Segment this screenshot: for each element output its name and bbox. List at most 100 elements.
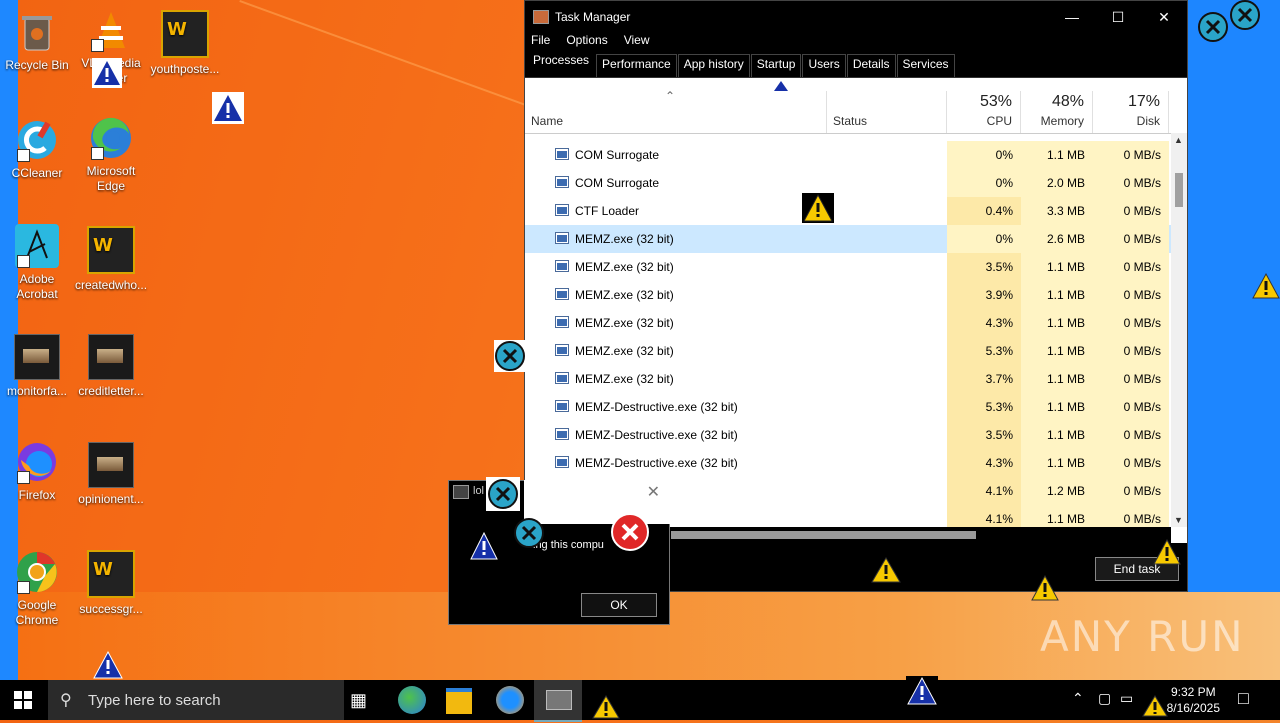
- process-cpu: 4.1%: [947, 477, 1021, 505]
- desktop-icon-chrome[interactable]: Google Chrome: [1, 550, 73, 628]
- process-cpu: 3.5%: [947, 421, 1021, 449]
- process-disk: 0 MB/s: [1093, 281, 1169, 309]
- menu-options[interactable]: Options: [566, 33, 607, 51]
- process-row[interactable]: MEMZ.exe (32 bit) 3.5% 1.1 MB 0 MB/s: [525, 253, 1171, 281]
- process-row[interactable]: MEMZ-Destructive.exe (32 bit) 4.3% 1.1 MB 0…: [525, 449, 1171, 477]
- ok-button[interactable]: OK: [581, 593, 657, 617]
- tab-performance[interactable]: Performance: [596, 54, 677, 77]
- column-status[interactable]: Status: [827, 91, 947, 133]
- desktop-icon-ccleaner[interactable]: CCleaner: [1, 118, 73, 181]
- process-icon: [555, 344, 569, 356]
- desktop-icon-label: creditletter...: [78, 384, 144, 398]
- yellow-warning-icon: [1142, 694, 1168, 721]
- desktop-icon-label: successgr...: [79, 602, 143, 616]
- tab-startup[interactable]: Startup: [750, 54, 802, 77]
- process-row[interactable]: COM Surrogate 0% 1.1 MB 0 MB/s: [525, 141, 1171, 169]
- chevron-up-icon[interactable]: ⌃: [1072, 690, 1084, 707]
- task-manager-taskbar-button[interactable]: [534, 680, 582, 722]
- network-icon[interactable]: ▢: [1098, 690, 1111, 707]
- edge-browser-icon: [89, 116, 133, 160]
- process-row[interactable]: MEMZ-Destructive.exe (32 bit) 5.3% 1.1 MB 0…: [525, 393, 1171, 421]
- desktop-icon-firefox[interactable]: Firefox: [1, 440, 73, 503]
- menu-view[interactable]: View: [624, 33, 650, 51]
- edge-taskbar-icon[interactable]: [398, 686, 426, 714]
- scroll-down-icon[interactable]: ▼: [1174, 515, 1183, 525]
- desktop-icon-monitorfa[interactable]: monitorfa...: [1, 334, 73, 399]
- close-icon[interactable]: ✕: [647, 482, 660, 502]
- process-memory: 1.1 MB: [1021, 253, 1093, 281]
- process-name: MEMZ-Destructive.exe (32 bit): [575, 456, 738, 470]
- desktop-icon-label: monitorfa...: [6, 384, 68, 398]
- notification-icon[interactable]: □: [1238, 688, 1249, 709]
- column-cpu[interactable]: 53% CPU: [947, 91, 1021, 133]
- tab-details[interactable]: Details: [846, 54, 896, 77]
- process-disk: 0 MB/s: [1093, 337, 1169, 365]
- error-x-icon: [1196, 10, 1230, 44]
- tab-services[interactable]: Services: [896, 54, 955, 77]
- process-memory: 1.2 MB: [1021, 477, 1093, 505]
- process-name: MEMZ.exe (32 bit): [575, 260, 674, 274]
- tab-app-history[interactable]: App history: [677, 54, 750, 77]
- menu-file[interactable]: File: [531, 33, 550, 51]
- process-row[interactable]: MEMZ.exe (32 bit) 4.3% 1.1 MB 0 MB/s: [525, 309, 1171, 337]
- yellow-warning-icon: [592, 694, 620, 723]
- desktop-icon-youthposte[interactable]: youthposte...: [149, 10, 221, 77]
- word-document-icon: [87, 226, 135, 274]
- desktop-icon-edge[interactable]: Microsoft Edge: [75, 116, 147, 194]
- title-bar[interactable]: Task Manager — ☐ ✕: [525, 1, 1187, 33]
- column-name[interactable]: ⌃ Name: [525, 89, 827, 133]
- close-icon[interactable]: ✕: [1141, 9, 1187, 26]
- windows-start-icon[interactable]: [14, 691, 32, 712]
- desktop-icon-creditletter[interactable]: creditletter...: [75, 334, 147, 399]
- maximize-icon[interactable]: ☐: [1095, 9, 1141, 26]
- system-clock[interactable]: 9:32 PM 8/16/2025: [1167, 684, 1220, 716]
- process-name: CTF Loader: [575, 204, 640, 218]
- blue-warning-icon: [469, 531, 499, 564]
- minimize-icon[interactable]: —: [1049, 9, 1095, 25]
- process-name: COM Surrogate: [575, 148, 660, 162]
- process-disk: 0 MB/s: [1093, 449, 1169, 477]
- process-row[interactable]: CTF Loader 0.4% 3.3 MB 0 MB/s: [525, 197, 1171, 225]
- process-row[interactable]: MEMZ.exe (32 bit) 3.7% 1.1 MB 0 MB/s: [525, 365, 1171, 393]
- process-cpu: 4.3%: [947, 449, 1021, 477]
- process-name: COM Surrogate: [575, 176, 660, 190]
- display-icon[interactable]: ▭: [1120, 690, 1133, 707]
- tab-processes[interactable]: Processes: [527, 50, 596, 77]
- process-icon: [555, 400, 569, 412]
- process-row[interactable]: COM Surrogate 0% 2.0 MB 0 MB/s: [525, 169, 1171, 197]
- desktop-icon-recycle-bin[interactable]: Recycle Bin: [1, 10, 73, 73]
- firefox-taskbar-icon[interactable]: [496, 686, 524, 714]
- shortcut-arrow-icon: [17, 471, 30, 484]
- process-icon: [555, 148, 569, 160]
- process-name: MEMZ-Destructive.exe (32 bit): [575, 400, 738, 414]
- process-row[interactable]: MEMZ.exe (32 bit) 5.3% 1.1 MB 0 MB/s: [525, 337, 1171, 365]
- task-view-icon[interactable]: ▦: [350, 690, 367, 711]
- desktop-icon-acrobat[interactable]: Adobe Acrobat: [1, 224, 73, 302]
- image-file-icon: [88, 334, 134, 380]
- column-disk[interactable]: 17% Disk: [1093, 91, 1169, 133]
- desktop-icon-label: Adobe Acrobat: [16, 272, 58, 301]
- process-cpu: 0%: [947, 225, 1021, 253]
- process-cpu: 5.3%: [947, 337, 1021, 365]
- desktop-icon-opinionent[interactable]: opinionent...: [75, 442, 147, 507]
- scroll-thumb[interactable]: [671, 531, 976, 539]
- vlc-cone-icon: [89, 8, 133, 52]
- desktop-icon-createdwho[interactable]: createdwho...: [75, 226, 147, 293]
- tab-users[interactable]: Users: [802, 54, 846, 77]
- scroll-thumb[interactable]: [1175, 173, 1183, 207]
- anyrun-watermark: ANY RUN: [1040, 612, 1245, 661]
- process-list[interactable]: COM Surrogate 0% 1.1 MB 0 MB/s COM Surrogate…: [525, 141, 1171, 527]
- process-row[interactable]: MEMZ-Destructive.exe (32 bit) 3.5% 1.1 MB 0…: [525, 421, 1171, 449]
- desktop-icon-successgr[interactable]: successgr...: [75, 550, 147, 617]
- yellow-warning-icon: [1030, 574, 1060, 602]
- search-box[interactable]: ⚲ Type here to search: [48, 680, 344, 720]
- scroll-up-icon[interactable]: ▲: [1174, 135, 1183, 145]
- blue-warning-icon: [771, 79, 791, 91]
- process-row[interactable]: MEMZ.exe (32 bit) 3.9% 1.1 MB 0 MB/s: [525, 281, 1171, 309]
- error-x-icon: [512, 516, 546, 550]
- vertical-scrollbar[interactable]: ▲ ▼: [1171, 133, 1187, 527]
- process-row[interactable]: MEMZ.exe (32 bit) 0% 2.6 MB 0 MB/s: [525, 225, 1171, 253]
- task-manager-icon: [533, 10, 549, 24]
- column-memory[interactable]: 48% Memory: [1021, 91, 1093, 133]
- file-explorer-icon[interactable]: [446, 688, 472, 714]
